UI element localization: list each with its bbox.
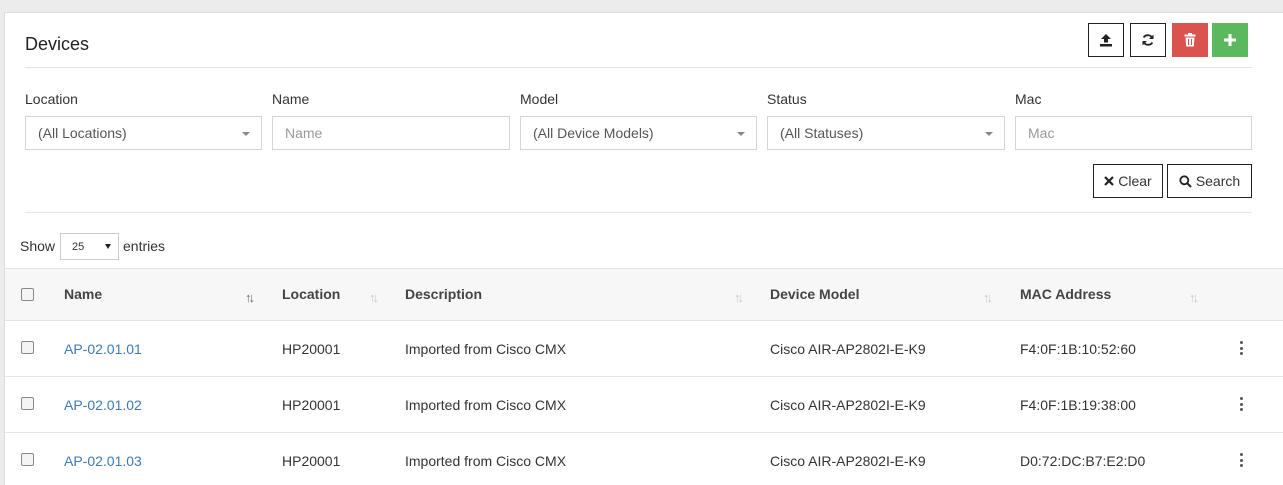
clear-button[interactable]: Clear [1093,164,1163,198]
show-label: Show [20,238,56,254]
column-header-location[interactable]: Location [282,286,340,302]
sort-icon[interactable]: ↑↓ [983,290,993,305]
trash-icon [1184,33,1196,47]
device-name-link[interactable]: AP-02.01.02 [64,397,142,413]
chevron-down-icon [985,132,993,136]
title-divider [25,67,1252,68]
device-name-link[interactable]: AP-02.01.03 [64,453,142,469]
add-button[interactable] [1212,23,1248,57]
entries-per-page-value: 25 [72,240,85,253]
model-filter-label: Model [520,91,559,107]
entries-per-page-select[interactable]: 25 [60,233,119,260]
search-icon [1179,174,1192,188]
device-name-link[interactable]: AP-02.01.01 [64,341,142,357]
location-select-value: (All Locations) [38,125,127,141]
row-actions-menu-icon[interactable] [1238,453,1244,467]
device-location: HP20001 [282,397,341,413]
device-model: Cisco AIR-AP2802I-E-K9 [770,341,926,357]
row-checkbox[interactable] [21,453,34,466]
device-description: Imported from Cisco CMX [405,397,567,413]
sort-icon[interactable]: ↑↓ [1189,290,1199,305]
device-mac-address: F4:0F:1B:19:38:00 [1020,397,1136,413]
row-actions-menu-icon[interactable] [1238,397,1244,411]
entries-label: entries [123,238,166,254]
refresh-icon [1142,34,1154,46]
mac-input[interactable] [1028,125,1251,141]
filters-divider [25,212,1252,213]
device-description: Imported from Cisco CMX [405,453,567,469]
table-row: AP-02.01.01 HP20001 Imported from Cisco … [5,321,1283,377]
name-input[interactable] [285,125,509,141]
status-select[interactable]: (All Statuses) [767,116,1005,150]
row-checkbox[interactable] [21,397,34,410]
search-button[interactable]: Search [1167,164,1252,198]
column-header-description[interactable]: Description [405,286,482,302]
search-button-label: Search [1195,173,1241,189]
device-model: Cisco AIR-AP2802I-E-K9 [770,453,926,469]
upload-icon [1100,34,1112,47]
select-all-checkbox[interactable] [21,288,34,301]
sort-icon[interactable]: ↑↓ [734,290,744,305]
name-field[interactable] [272,116,510,150]
page-title: Devices [25,34,90,54]
model-select[interactable]: (All Device Models) [520,116,757,150]
location-filter-label: Location [25,91,78,107]
name-filter-label: Name [272,91,310,107]
table-header: Name ↑↓ Location ↑↓ Description ↑↓ Devic… [5,268,1283,321]
delete-button[interactable] [1172,23,1208,57]
clear-button-label: Clear [1118,173,1152,189]
location-select[interactable]: (All Locations) [25,116,262,150]
mac-filter-label: Mac [1015,91,1042,107]
upload-button[interactable] [1088,23,1124,57]
device-mac-address: F4:0F:1B:10:52:60 [1020,341,1136,357]
plus-icon [1224,34,1236,46]
device-description: Imported from Cisco CMX [405,341,567,357]
device-location: HP20001 [282,453,341,469]
device-location: HP20001 [282,341,341,357]
mac-field[interactable] [1015,116,1252,150]
column-header-device-model[interactable]: Device Model [770,286,859,302]
chevron-down-icon [737,132,745,136]
status-filter-label: Status [767,91,807,107]
refresh-button[interactable] [1130,23,1166,57]
table-row: AP-02.01.02 HP20001 Imported from Cisco … [5,377,1283,433]
table-row: AP-02.01.03 HP20001 Imported from Cisco … [5,433,1283,485]
model-select-value: (All Device Models) [533,125,654,141]
chevron-down-icon [105,244,111,249]
column-header-name[interactable]: Name [64,286,102,302]
device-mac-address: D0:72:DC:B7:E2:D0 [1020,453,1146,469]
sort-icon[interactable]: ↑↓ [369,290,379,305]
close-icon [1104,176,1115,186]
chevron-down-icon [242,132,250,136]
status-select-value: (All Statuses) [780,125,864,141]
row-checkbox[interactable] [21,341,34,354]
devices-panel: Devices Location Name Model Status Mac (… [4,12,1283,485]
device-model: Cisco AIR-AP2802I-E-K9 [770,397,926,413]
column-header-mac-address[interactable]: MAC Address [1020,286,1111,302]
row-actions-menu-icon[interactable] [1238,341,1244,355]
sort-ascending-icon[interactable]: ↑↓ [245,290,255,305]
